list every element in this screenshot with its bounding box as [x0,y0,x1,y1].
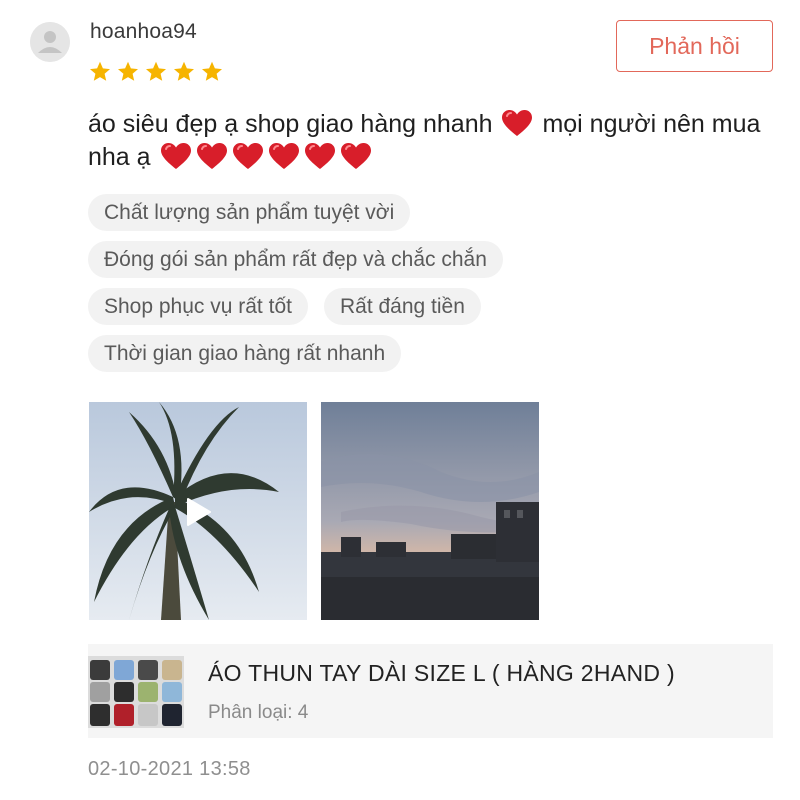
review-tag: Shop phục vụ rất tốt [88,288,308,325]
star-icon [90,61,110,81]
tag-row: Thời gian giao hàng rất nhanh [88,335,788,372]
heart-icon [268,142,300,170]
tag-row: Shop phục vụ rất tốt Rất đáng tiền [88,288,788,325]
product-name: ÁO THUN TAY DÀI SIZE L ( HÀNG 2HAND ) [208,660,675,686]
avatar[interactable] [30,22,70,62]
tag-row: Chất lượng sản phẩm tuyệt vời [88,194,788,231]
review-tag: Thời gian giao hàng rất nhanh [88,335,402,372]
star-icon [118,61,138,81]
trailing-hearts [158,143,374,171]
product-thumbnail[interactable] [88,656,184,728]
review-tag: Đóng gói sản phẩm rất đẹp và chắc chắn [88,241,503,278]
review-tag: Rất đáng tiền [323,288,481,325]
star-rating [88,60,224,84]
play-icon[interactable] [186,497,212,527]
star-icon [174,61,194,81]
review-timestamp: 02-10-2021 13:58 [88,758,251,780]
heart-icon [196,142,228,170]
star-icon [146,61,166,81]
review-tag: Chất lượng sản phẩm tuyệt vời [88,194,411,231]
heart-icon [501,109,533,137]
heart-icon [160,142,192,170]
review-tags: Chất lượng sản phẩm tuyệt vời Đóng gói sả… [88,194,788,382]
review-text: áo siêu đẹp ạ shop giao hàng nhanh mọi n… [88,108,778,174]
product-card[interactable]: ÁO THUN TAY DÀI SIZE L ( HÀNG 2HAND ) Ph… [88,644,773,738]
reply-button[interactable]: Phản hồi [616,20,773,72]
review-photo-thumbnail[interactable] [321,402,539,620]
reviewer-username[interactable]: hoanhoa94 [90,20,197,44]
review-text-part1: áo siêu đẹp ạ shop giao hàng nhanh [88,110,493,138]
heart-icon [340,142,372,170]
heart-icon [232,142,264,170]
heart-icon [304,142,336,170]
product-variant: Phân loại: 4 [208,702,309,723]
star-icon [202,61,222,81]
tag-row: Đóng gói sản phẩm rất đẹp và chắc chắn [88,241,788,278]
user-avatar-icon [30,22,70,62]
